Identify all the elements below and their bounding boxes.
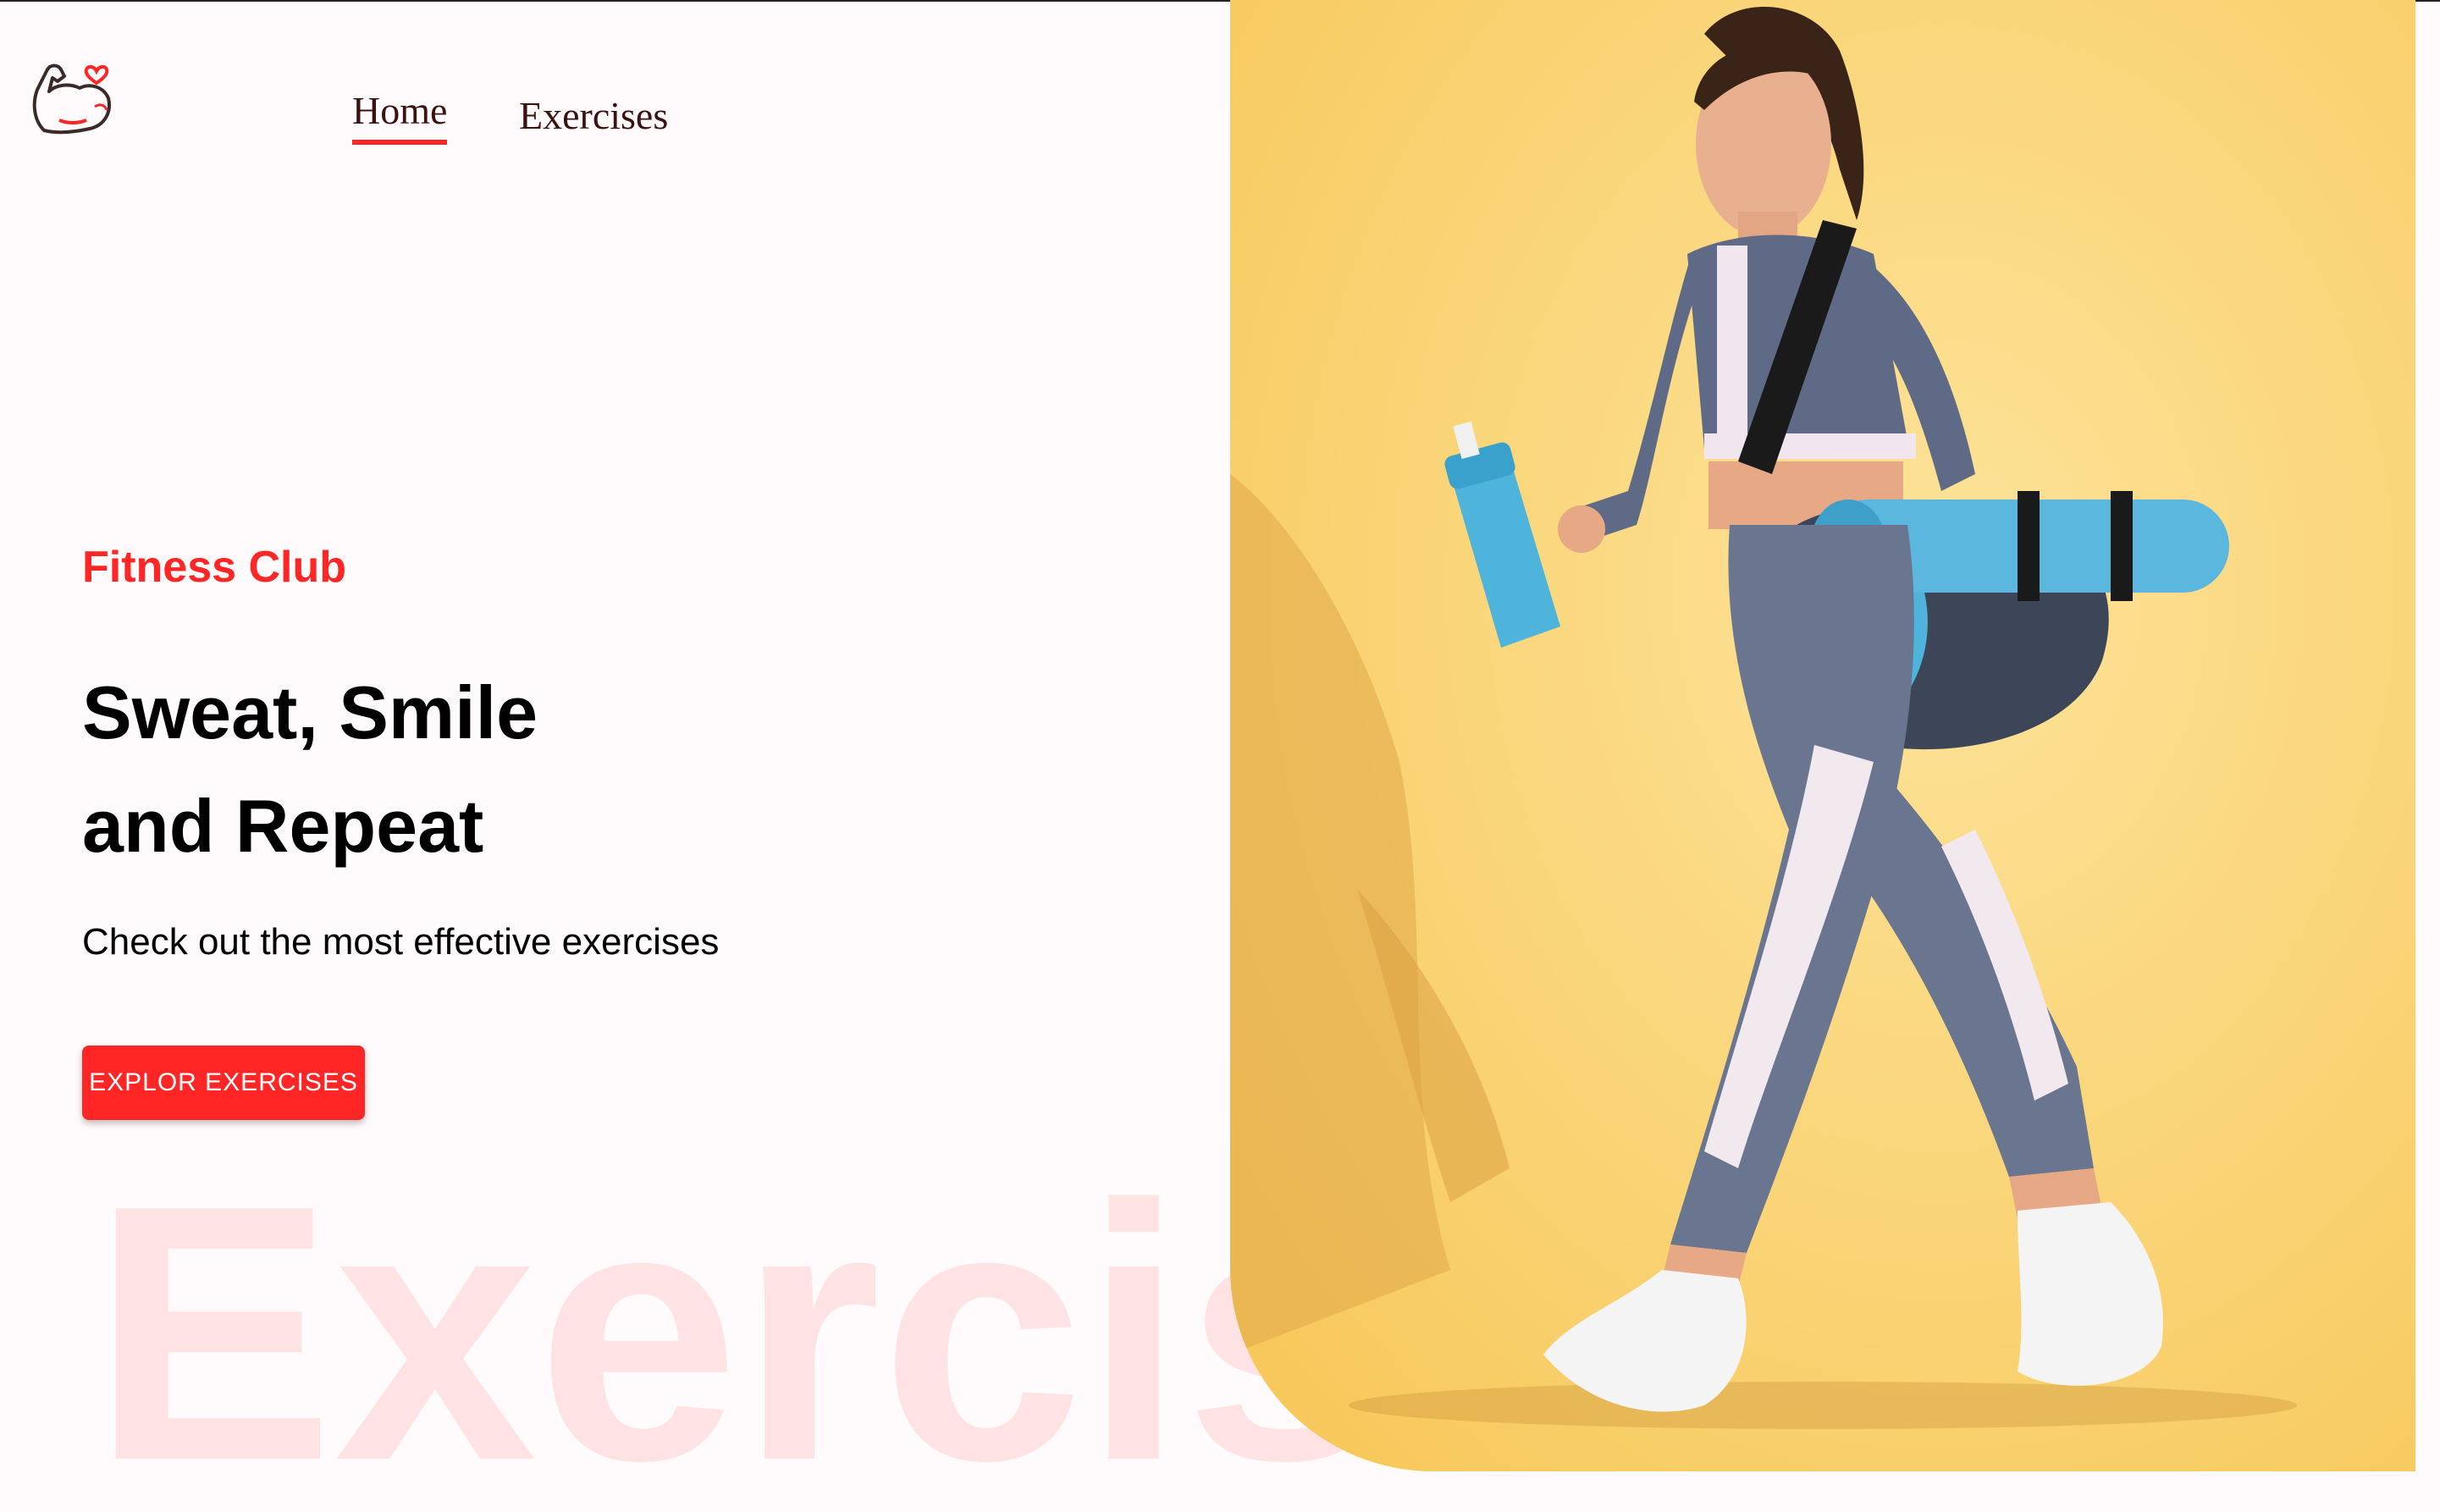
hero-tagline: Fitness Club (82, 543, 347, 592)
hero-banner-image (1230, 0, 2415, 1471)
nav-link-exercises[interactable]: Exercises (519, 93, 668, 138)
hero-title-line1: Sweat, Smile (82, 670, 538, 754)
page: Home Exercises Fitness Club Sweat, Smile… (0, 0, 2440, 1512)
logo[interactable] (27, 52, 117, 142)
explore-exercises-button[interactable]: EXPLOR EXERCISES (82, 1046, 365, 1120)
nav-link-home[interactable]: Home (352, 88, 448, 145)
hero-title: Sweat, Smile and Repeat (82, 656, 538, 883)
woman-walking-illustration (1230, 0, 2415, 1471)
flexed-arm-heart-icon (32, 63, 111, 135)
hero-title-line2: and Repeat (82, 784, 484, 868)
background-watermark-text: Exercis (91, 1130, 1388, 1512)
hero-subtitle: Check out the most effective exercises (82, 921, 720, 963)
